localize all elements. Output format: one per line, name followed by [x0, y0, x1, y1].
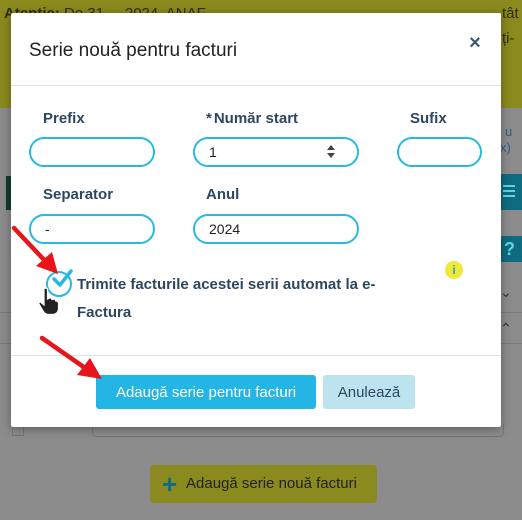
chevron-down-icon: ⌄ [500, 284, 512, 300]
required-mark: * [206, 110, 212, 127]
auto-send-label[interactable]: Trimite facturile acestei serii automat … [77, 271, 377, 327]
year-label: Anul [206, 186, 240, 203]
prefix-label: Prefix [43, 110, 85, 127]
start-number-label: * Număr start [206, 110, 298, 127]
bg-link-2: x) [500, 140, 511, 155]
modal-title: Serie nouă pentru facturi [29, 40, 238, 61]
cancel-button[interactable]: Anulează [323, 375, 415, 409]
suffix-label: Sufix [410, 110, 447, 127]
chevron-up-icon: ⌃ [500, 320, 512, 336]
close-icon[interactable]: × [465, 33, 485, 53]
add-new-series-label: Adaugă serie nouă facturi [186, 475, 357, 492]
banner-right-1: tât [502, 5, 519, 22]
add-new-series-button: + Adaugă serie nouă facturi [150, 465, 377, 503]
add-series-button[interactable]: Adaugă serie pentru facturi [96, 375, 316, 409]
separator-label: Separator [43, 186, 114, 203]
year-input[interactable] [193, 214, 359, 244]
prefix-input[interactable] [29, 137, 155, 167]
menu-icon [503, 185, 515, 187]
hand-pointer-icon [38, 287, 59, 315]
header-divider [11, 85, 501, 86]
bg-link-1: u [505, 124, 513, 139]
arrow-annotation-icon [11, 225, 58, 274]
start-number-label-text: Număr start [213, 110, 299, 127]
banner-right-2: ți- [502, 30, 515, 47]
suffix-input[interactable] [397, 137, 482, 167]
arrow-annotation-icon [39, 335, 102, 379]
info-icon[interactable]: i [445, 261, 463, 279]
plus-icon: + [162, 469, 178, 499]
spinner-icon[interactable] [326, 144, 336, 160]
